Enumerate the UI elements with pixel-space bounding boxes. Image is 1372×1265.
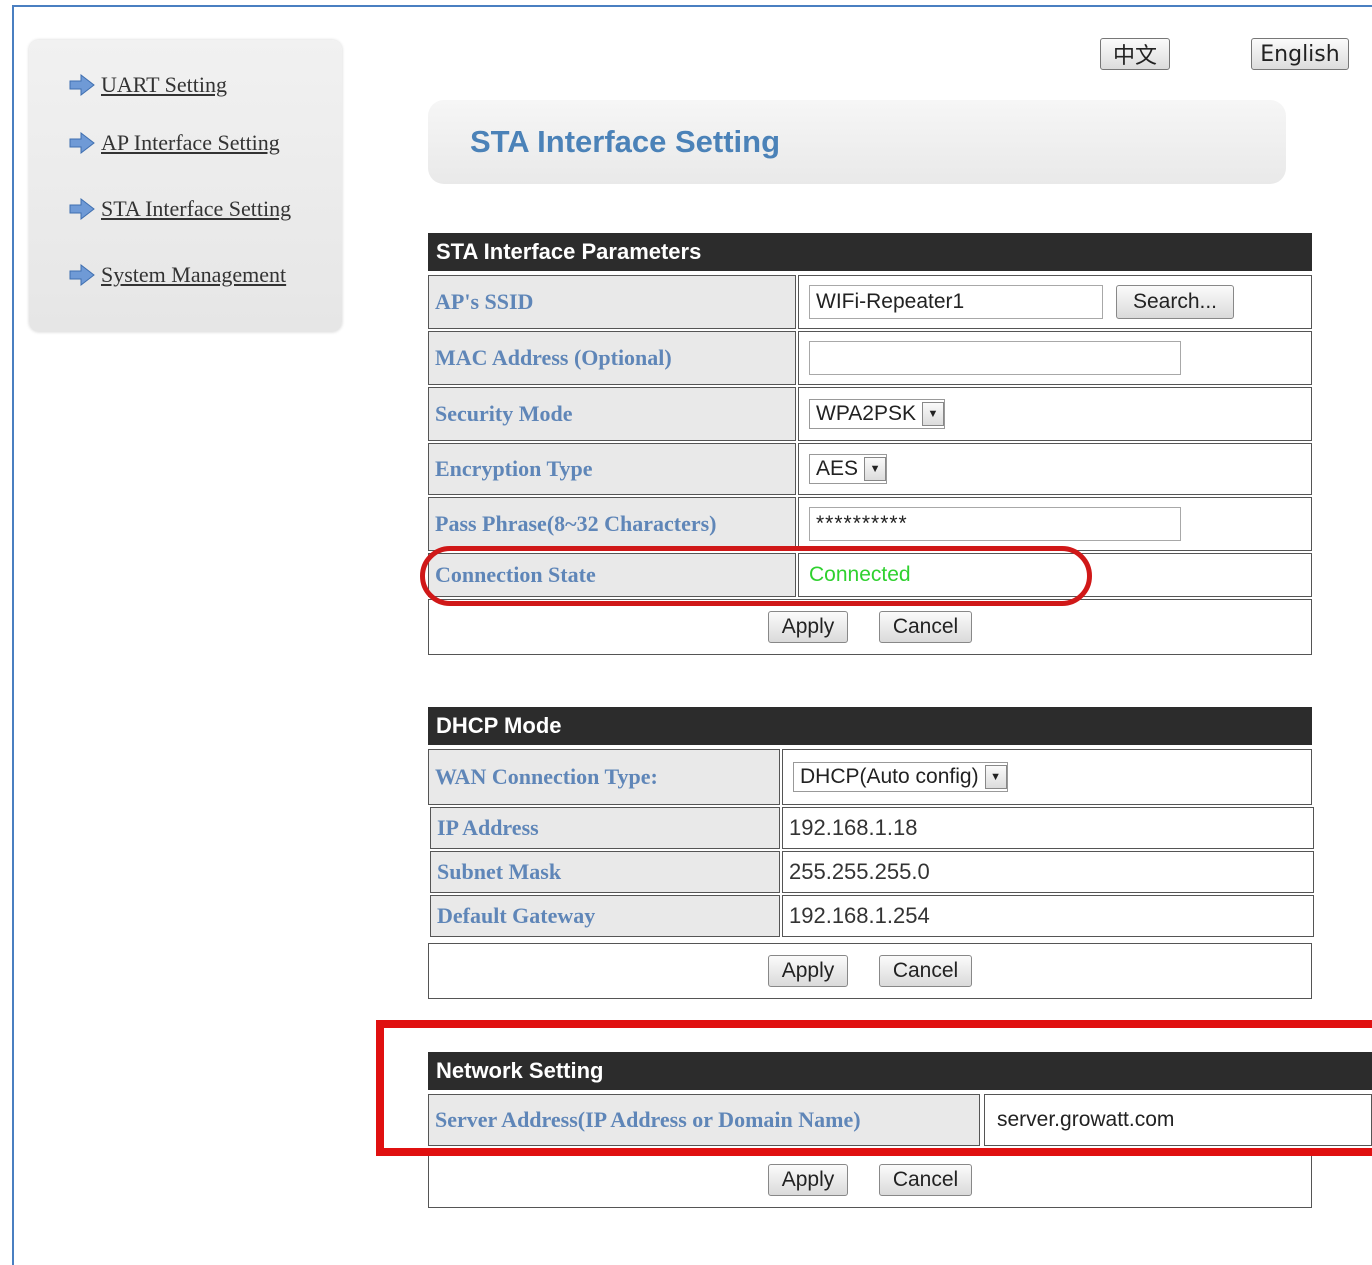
default-gateway-value: 192.168.1.254 (782, 895, 1314, 937)
sidebar-item-label[interactable]: System Management (101, 262, 286, 288)
ssid-input[interactable]: WIFi-Repeater1 (809, 285, 1103, 319)
panel-header: DHCP Mode (428, 707, 1312, 745)
search-button[interactable]: Search... (1116, 285, 1234, 319)
ssid-cell: WIFi-Repeater1 (798, 275, 1312, 329)
ip-address-value: 192.168.1.18 (782, 807, 1314, 849)
dhcp-cancel-button[interactable]: Cancel (879, 955, 972, 987)
sidebar-item-label[interactable]: UART Setting (101, 72, 227, 98)
security-mode-cell: WPA2PSK ▼ (798, 387, 1312, 441)
wan-connection-type-select[interactable]: DHCP(Auto config) ▼ (793, 762, 1008, 792)
sidebar-item-label[interactable]: AP Interface Setting (101, 130, 280, 156)
chinese-language-button[interactable]: 中文 (1100, 38, 1170, 70)
dhcp-apply-button[interactable]: Apply (768, 955, 848, 987)
sidebar-item-uart[interactable]: UART Setting (69, 72, 227, 98)
arrow-right-icon (69, 132, 95, 154)
subnet-mask-label: Subnet Mask (430, 851, 780, 893)
panel-header: STA Interface Parameters (428, 233, 1312, 271)
pass-phrase-label: Pass Phrase(8~32 Characters) (428, 497, 796, 551)
wan-connection-type-value: DHCP(Auto config) (800, 765, 979, 788)
encryption-type-cell: AES ▼ (798, 443, 1312, 495)
pass-phrase-cell: ********** (798, 497, 1312, 551)
subnet-mask-value: 255.255.255.0 (782, 851, 1314, 893)
sidebar-item-sta-interface[interactable]: STA Interface Setting (69, 196, 291, 222)
sidebar-item-ap-interface[interactable]: AP Interface Setting (69, 130, 280, 156)
arrow-right-icon (69, 264, 95, 286)
sta-apply-button[interactable]: Apply (768, 611, 848, 643)
dropdown-arrow-icon[interactable]: ▼ (984, 765, 1007, 789)
dhcp-actions-row (428, 943, 1312, 999)
mac-address-input[interactable] (809, 341, 1181, 375)
encryption-type-label: Encryption Type (428, 443, 796, 495)
mac-address-cell (798, 331, 1312, 385)
english-language-button[interactable]: English (1251, 38, 1349, 70)
network-setting-highlight (376, 1020, 1372, 1156)
sidebar-item-system-management[interactable]: System Management (69, 262, 286, 288)
pass-phrase-input[interactable]: ********** (809, 507, 1181, 541)
sta-cancel-button[interactable]: Cancel (879, 611, 972, 643)
page-title: STA Interface Setting (470, 124, 781, 159)
title-banner: STA Interface Setting (428, 100, 1286, 184)
default-gateway-label: Default Gateway (430, 895, 780, 937)
network-actions-row (428, 1154, 1312, 1208)
arrow-right-icon (69, 198, 95, 220)
network-apply-button[interactable]: Apply (768, 1164, 848, 1196)
encryption-type-value: AES (816, 457, 859, 480)
sta-actions-row (428, 599, 1312, 655)
ssid-label: AP's SSID (428, 275, 796, 329)
encryption-type-select[interactable]: AES ▼ (809, 454, 888, 484)
connection-state-highlight (420, 546, 1092, 606)
wan-connection-type-cell: DHCP(Auto config) ▼ (782, 749, 1312, 805)
sidebar-nav: UART Setting AP Interface Setting STA In… (29, 40, 342, 332)
sidebar-item-label[interactable]: STA Interface Setting (101, 196, 291, 222)
dropdown-arrow-icon[interactable]: ▼ (864, 457, 887, 481)
ip-address-label: IP Address (430, 807, 780, 849)
network-cancel-button[interactable]: Cancel (879, 1164, 972, 1196)
arrow-right-icon (69, 74, 95, 96)
security-mode-value: WPA2PSK (816, 402, 916, 425)
mac-address-label: MAC Address (Optional) (428, 331, 796, 385)
security-mode-label: Security Mode (428, 387, 796, 441)
dropdown-arrow-icon[interactable]: ▼ (921, 402, 944, 426)
security-mode-select[interactable]: WPA2PSK ▼ (809, 399, 945, 429)
wan-connection-type-label: WAN Connection Type: (428, 749, 780, 805)
